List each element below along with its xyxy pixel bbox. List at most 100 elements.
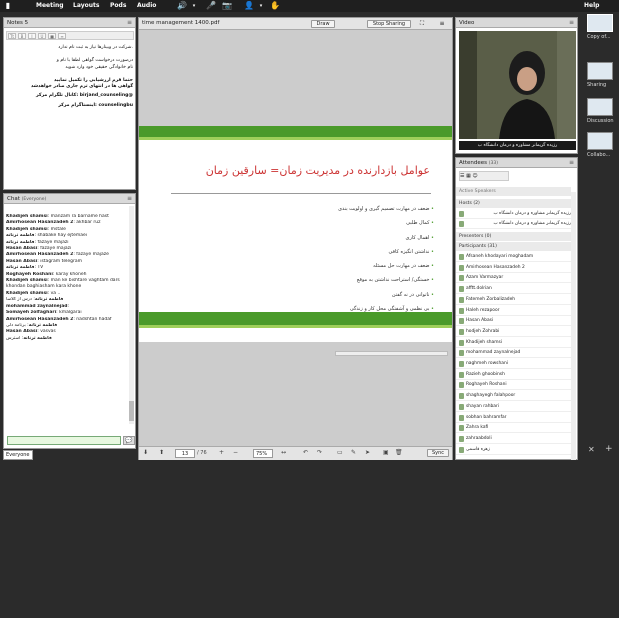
attendee-participant-row[interactable]: Razieh ghoobinsh: [456, 370, 571, 380]
attendee-name: زهره قاسمی: [466, 446, 490, 452]
color-icon[interactable]: ■: [48, 33, 56, 39]
attendee-participant-row[interactable]: Zahra kafi: [456, 423, 571, 434]
bold-icon[interactable]: B: [18, 33, 26, 39]
layout-sharing[interactable]: Sharing: [587, 62, 617, 88]
pod-menu-icon[interactable]: ≡: [569, 18, 574, 28]
attendees-scrollbar[interactable]: [571, 192, 576, 460]
add-icon[interactable]: +: [605, 444, 613, 454]
arrow-up-icon[interactable]: ⬆: [159, 449, 164, 456]
trash-icon[interactable]: 🗑: [395, 449, 403, 456]
zoom-select[interactable]: 75%: [253, 449, 273, 458]
attendee-participant-row[interactable]: Khadijeh shamsi: [456, 338, 571, 348]
send-icon[interactable]: 💬: [123, 436, 135, 445]
attendee-participant-row[interactable]: Roghayeh Roshani: [456, 380, 571, 391]
attendee-host-row[interactable]: رزیده گزیمانر مشاوره و درمان دانشگاه ب: [456, 219, 571, 229]
attendee-name: hodjeh Zohrabi: [466, 328, 500, 334]
attendee-participant-row[interactable]: afftt.dolrian: [456, 284, 571, 295]
list-view-icon[interactable]: ☰: [460, 173, 464, 179]
user-status-icon[interactable]: 👤: [244, 1, 254, 11]
chat-text: fazaye majaze: [76, 252, 109, 258]
pod-menu-icon[interactable]: ≡: [437, 20, 447, 28]
notes-content[interactable]: .شرکت در وبینارها نیاز به ثبت نام ندارد …: [7, 45, 133, 112]
pod-menu-icon[interactable]: ≡: [127, 18, 132, 28]
chat-sender: فاطمه ترنانه: [6, 239, 35, 245]
pod-menu-icon[interactable]: ≡: [569, 158, 574, 168]
font-size-icon[interactable]: Tt: [8, 33, 16, 39]
attendee-participant-row[interactable]: naghmeh rowshani: [456, 359, 571, 369]
attendee-participant-row[interactable]: Fatemeh Zorbalizadeh: [456, 295, 571, 305]
attendee-participant-row[interactable]: hodjeh Zohrabi: [456, 327, 571, 337]
chevron-down-icon[interactable]: ▾: [189, 1, 199, 11]
speaker-icon[interactable]: 🔊: [177, 1, 187, 11]
pod-menu-icon[interactable]: ≡: [127, 194, 132, 204]
pointer-icon[interactable]: ➤: [365, 449, 370, 456]
group-participants[interactable]: Participants (31): [456, 242, 571, 251]
menu-layouts[interactable]: Layouts: [73, 2, 99, 9]
chat-text: درس از کلاسا: [6, 297, 32, 303]
sync-button[interactable]: Sync: [427, 449, 449, 457]
screen-icon[interactable]: ▭: [337, 449, 343, 456]
pen-icon[interactable]: ✎: [351, 449, 356, 456]
zoom-in-icon[interactable]: +: [219, 449, 224, 456]
status-icon[interactable]: ☺: [472, 173, 477, 179]
menu-audio[interactable]: Audio: [137, 2, 156, 9]
chat-tab-everyone[interactable]: Everyone: [3, 450, 33, 460]
attendee-participant-row[interactable]: shayan rahbari: [456, 402, 571, 412]
attendee-participant-row[interactable]: Haleh rezapoor: [456, 306, 571, 316]
microphone-icon[interactable]: 🎤: [206, 1, 216, 11]
group-hosts[interactable]: Hosts (2): [456, 199, 571, 208]
arrow-down-icon[interactable]: ⬇: [143, 449, 148, 456]
menu-meeting[interactable]: Meeting: [36, 2, 64, 9]
chat-text: mstale: [50, 226, 66, 232]
italic-icon[interactable]: I: [28, 33, 36, 39]
attendee-name: Roghayeh Roshani: [466, 382, 507, 388]
draw-button[interactable]: Draw: [311, 20, 335, 28]
chat-text: nadshtan hadaf: [76, 316, 112, 322]
grid-view-icon[interactable]: ▦: [466, 173, 471, 179]
undo-icon[interactable]: ↶: [303, 449, 308, 456]
chat-scrollbar[interactable]: [129, 206, 134, 424]
chevron-down-icon[interactable]: ▾: [256, 1, 266, 11]
attendee-participant-row[interactable]: shaghayegh falahpoor: [456, 391, 571, 402]
attendee-participant-row[interactable]: Amirhosean Hasanzadeh 2: [456, 263, 571, 273]
chat-text: karay khoneh: [55, 271, 87, 277]
chat-title: Chat: [7, 196, 20, 202]
attendee-name: afftt.dolrian: [466, 286, 492, 292]
menu-help[interactable]: Help: [584, 2, 599, 9]
hand-raise-icon[interactable]: ✋: [270, 1, 280, 11]
attendee-host-row[interactable]: رزیده گزیمانر مشاوره و درمان دانشگاه ب: [456, 209, 571, 219]
horizontal-scrollbar[interactable]: [335, 351, 448, 356]
redo-icon[interactable]: ↷: [317, 449, 322, 456]
camera-icon[interactable]: 📷: [222, 1, 232, 11]
menu-pods[interactable]: Pods: [110, 2, 126, 9]
fullscreen-icon[interactable]: ⛶: [417, 20, 427, 28]
attendee-participant-row[interactable]: Afsaneh khodayari moghadam: [456, 252, 571, 262]
chat-sender: mohammad zaynalnejad: [6, 303, 68, 309]
image-icon[interactable]: ▣: [383, 449, 389, 456]
layout-collaboration[interactable]: Collabo...: [587, 132, 617, 158]
page-number-input[interactable]: 13: [175, 449, 195, 458]
close-icon[interactable]: ✕: [588, 445, 595, 454]
attendee-participant-row[interactable]: Hasan Abasi: [456, 316, 571, 327]
slide-header-stripe: [139, 137, 452, 140]
stop-sharing-button[interactable]: Stop Sharing: [367, 20, 411, 28]
list-icon[interactable]: ≡: [58, 33, 66, 39]
chat-text: استرس: [6, 335, 21, 341]
layout-copy[interactable]: Copy of...: [587, 14, 617, 40]
attendee-participant-row[interactable]: zahraabdoli: [456, 434, 571, 444]
attendee-participant-row[interactable]: زهره قاسمی: [456, 445, 571, 455]
person-icon: [459, 307, 464, 314]
share-footer: ⬇ ⬆ 13 / 76 + − 75% ↔ ↶ ↷ ▭ ✎ ➤ ▣ 🗑 Sync: [139, 446, 452, 460]
attendee-participant-row[interactable]: Azam Varmazyar: [456, 273, 571, 284]
group-presenters[interactable]: Presenters (0): [456, 232, 571, 241]
chat-input[interactable]: [7, 436, 121, 445]
attendee-participant-row[interactable]: mohammad zaynalnejad: [456, 348, 571, 359]
underline-icon[interactable]: U: [38, 33, 46, 39]
zoom-out-icon[interactable]: −: [233, 449, 238, 456]
webcam-feed[interactable]: [459, 31, 576, 139]
layout-discussion[interactable]: Discussion: [587, 98, 617, 124]
video-pod: Video ≡ رزیده گزیمانر مشاوره و درمان دان…: [455, 17, 578, 154]
fit-width-icon[interactable]: ↔: [281, 449, 286, 456]
attendee-participant-row[interactable]: sobhan bahramfar: [456, 413, 571, 423]
active-speakers: Active Speakers: [456, 187, 571, 196]
